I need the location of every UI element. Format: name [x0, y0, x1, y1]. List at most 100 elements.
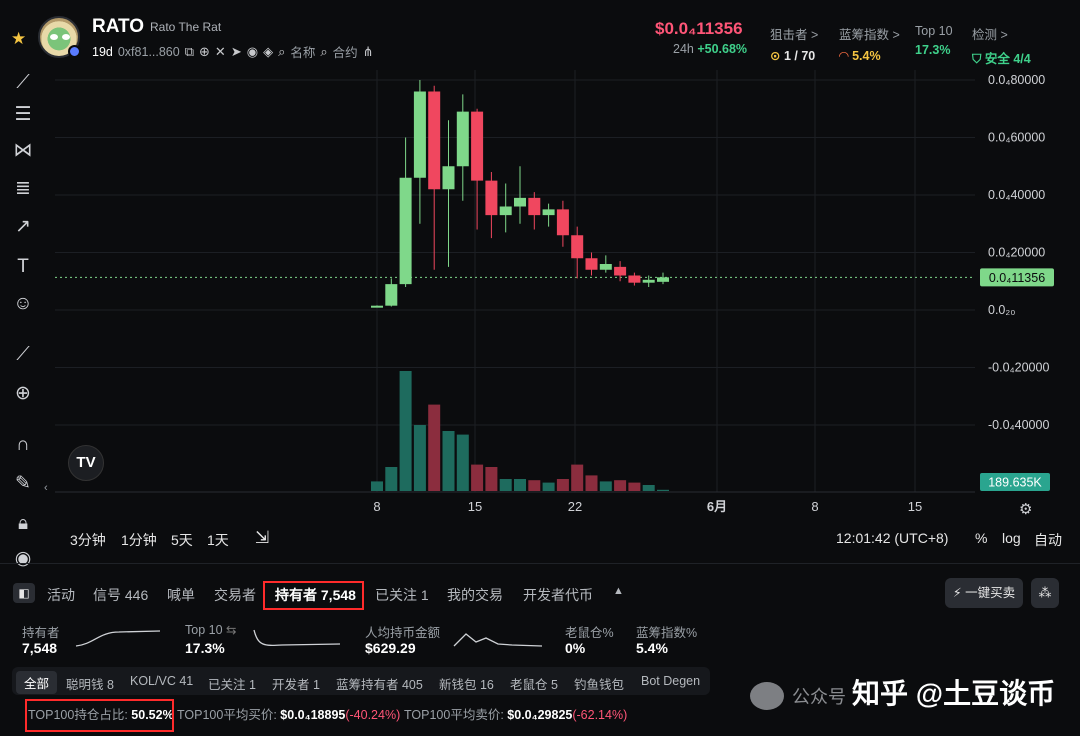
- community-icon[interactable]: ◉: [247, 44, 258, 60]
- favorite-star-icon[interactable]: ★: [11, 29, 26, 49]
- filter-dev[interactable]: 开发者 1: [272, 674, 320, 693]
- share-icon[interactable]: ⋔: [363, 44, 374, 60]
- price-chart[interactable]: 0.0₄80000 0.0₄60000 0.0₄40000 0.0₄20000 0.0₂…: [55, 70, 1080, 520]
- chart-grid: [55, 70, 975, 493]
- calendar-range-icon[interactable]: ⇲: [255, 528, 269, 548]
- tab-calls[interactable]: 喊单: [167, 585, 195, 605]
- token-avatar: [38, 16, 81, 58]
- chart-settings-icon[interactable]: ⚙: [1019, 500, 1032, 518]
- tf-1d[interactable]: 1天: [207, 530, 229, 550]
- volume-tag: 189.635K: [988, 476, 1042, 490]
- trend-line-icon[interactable]: ⟋: [10, 70, 36, 96]
- wechat-logo-icon: [750, 681, 784, 710]
- magnet-icon[interactable]: ∩: [10, 432, 36, 458]
- zoom-in-icon[interactable]: ⊕: [10, 381, 36, 407]
- search-contract-link[interactable]: 合约: [333, 42, 358, 61]
- candle-body: [442, 166, 455, 190]
- shield-icon[interactable]: ◈: [263, 44, 273, 60]
- search-icon[interactable]: ⌕: [320, 44, 327, 60]
- tab-signals[interactable]: 信号 446: [93, 585, 148, 605]
- drawing-toolbar: ⟋ ☰ ⋈ ≣ ↗ T ☺ ⟋ ⊕ ∩ ✎ 🔒︎ ◉: [0, 70, 48, 570]
- filter-rat[interactable]: 老鼠仓 5: [510, 674, 558, 693]
- search-name-link[interactable]: 名称: [290, 42, 315, 61]
- stat-top10[interactable]: Top 10 17.3%: [915, 24, 953, 57]
- pattern-icon[interactable]: ⋈: [10, 138, 36, 164]
- filter-bot[interactable]: Bot Degen: [641, 674, 700, 688]
- date-tick-label: 6月: [707, 499, 727, 514]
- stat-security[interactable]: 检测 > ⛉ 安全 4/4: [972, 24, 1031, 67]
- arrow-brush-icon[interactable]: ↗: [10, 214, 36, 240]
- pencil-lock-icon[interactable]: ✎: [10, 471, 36, 497]
- fib-icon[interactable]: ≣: [10, 176, 36, 202]
- top10-sparkline: [253, 629, 341, 646]
- text-tool-icon[interactable]: T: [10, 254, 36, 280]
- top100-avg-buy: TOP100平均买价: $0.0₄18895(-40.24%): [177, 708, 401, 722]
- tab-followed[interactable]: 已关注 1: [375, 585, 429, 605]
- stat-snipers[interactable]: 狙击者 > ⊙ 1 / 70: [770, 24, 818, 63]
- scale-log[interactable]: log: [1002, 530, 1021, 546]
- search-icon[interactable]: ⌕: [278, 44, 285, 60]
- summary-top10-label: Top 10 ⇆: [185, 623, 237, 637]
- collapse-chevron-icon[interactable]: ‹: [44, 482, 48, 494]
- panel-toggle-icon[interactable]: ◧: [13, 583, 35, 603]
- quick-buy-button[interactable]: ⚡ 一键买卖: [945, 578, 1023, 608]
- tf-1m[interactable]: 1分钟: [121, 530, 157, 550]
- summary-bluechip-value: 5.4%: [636, 640, 668, 656]
- summary-rat-label: 老鼠仓%: [565, 626, 614, 640]
- volume-bar: [599, 481, 612, 491]
- filter-smart-money[interactable]: 聪明钱 8: [66, 674, 114, 693]
- filter-all[interactable]: 全部: [16, 671, 58, 694]
- tab-dev-tokens[interactable]: 开发者代币: [523, 585, 593, 605]
- collapse-up-icon[interactable]: ▲: [613, 585, 624, 597]
- scale-auto[interactable]: 自动: [1034, 530, 1062, 550]
- candle-body: [456, 111, 469, 167]
- candle-body: [599, 264, 612, 270]
- filter-followed[interactable]: 已关注 1: [208, 674, 256, 693]
- filter-phishing[interactable]: 钓鱼钱包: [574, 674, 624, 693]
- candle-body: [571, 235, 584, 259]
- tab-activity[interactable]: 活动: [47, 585, 75, 605]
- price-tick-label: 0.0₄20000: [988, 246, 1045, 260]
- candle-body: [614, 266, 627, 276]
- volume-bar: [428, 404, 441, 491]
- globe-icon[interactable]: ⊕: [199, 44, 210, 60]
- filter-bluechip[interactable]: 蓝筹持有者 405: [336, 674, 423, 693]
- tab-traders[interactable]: 交易者: [214, 585, 256, 605]
- candle-body: [628, 275, 641, 283]
- filter-new-wallet[interactable]: 新钱包 16: [439, 674, 494, 693]
- emoji-icon[interactable]: ☺: [10, 291, 36, 317]
- price-change-24h: 24h +50.68%: [673, 42, 748, 56]
- tf-3m[interactable]: 3分钟: [70, 530, 106, 550]
- candle-body: [556, 209, 569, 236]
- price-tick-label: -0.0₄20000: [988, 361, 1049, 375]
- tradingview-logo[interactable]: TV: [68, 445, 104, 481]
- token-address[interactable]: 0xf81...860: [118, 45, 180, 59]
- summary-bluechip-label: 蓝筹指数%: [636, 626, 698, 640]
- candle-body: [514, 197, 526, 207]
- volume-bar: [399, 371, 412, 491]
- price-tick-label: 0.0₄80000: [988, 73, 1045, 87]
- candle-body: [399, 177, 412, 285]
- price-tick-label: 0.0₄40000: [988, 188, 1045, 202]
- volume-bar: [499, 479, 512, 491]
- more-options-icon[interactable]: ⁂: [1031, 578, 1059, 608]
- candle-body: [499, 206, 512, 216]
- telegram-icon[interactable]: ➤: [231, 44, 242, 60]
- chart-clock[interactable]: 12:01:42 (UTC+8): [836, 530, 948, 546]
- volume-bar: [614, 480, 627, 491]
- tf-5d[interactable]: 5天: [171, 530, 193, 550]
- candle-body: [528, 197, 541, 216]
- x-twitter-icon[interactable]: ✕: [215, 44, 226, 60]
- tab-my-trades[interactable]: 我的交易: [447, 585, 503, 605]
- scale-percent[interactable]: %: [975, 530, 987, 546]
- copy-icon[interactable]: ⧉: [185, 44, 194, 60]
- stat-bluechip[interactable]: 蓝筹指数 > ◠ 5.4%: [839, 24, 900, 63]
- current-price: $0.0₄11356: [655, 19, 743, 38]
- horizontal-lines-icon[interactable]: ☰: [10, 102, 36, 128]
- filter-kol-vc[interactable]: KOL/VC 41: [130, 674, 193, 688]
- lock-icon[interactable]: 🔒︎: [10, 511, 36, 537]
- app-root: ★ RATO Rato The Rat 19d 0xf81...860 ⧉ ⊕ …: [0, 0, 1080, 736]
- candle-body: [585, 258, 598, 270]
- ruler-icon[interactable]: ⟋: [10, 342, 36, 368]
- volume-bar: [485, 467, 498, 491]
